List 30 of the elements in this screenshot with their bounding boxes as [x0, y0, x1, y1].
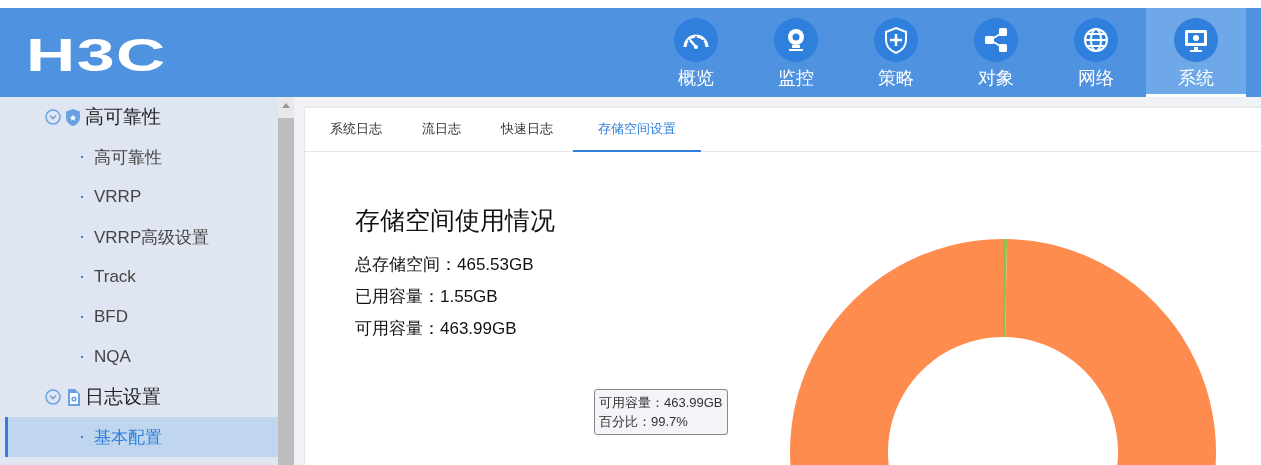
document-gear-icon	[65, 387, 81, 407]
tooltip-text: 百分比：99.7%	[599, 413, 689, 431]
sidebar-item[interactable]: BFD	[5, 297, 278, 337]
sidebar-item[interactable]: Track	[5, 257, 278, 297]
sidebar-item[interactable]: NQA	[5, 337, 278, 377]
section-title: 存储空间使用情况	[355, 205, 556, 236]
storage-info: 总存储空间：465.53GB	[355, 254, 535, 276]
nav-icon	[774, 18, 818, 62]
chevron-icon[interactable]	[45, 109, 61, 125]
nav-icon	[974, 18, 1018, 62]
nav-icon	[874, 18, 918, 62]
storage-info: 已用容量：1.55GB	[355, 286, 499, 308]
sidebar-group[interactable]: 日志设置	[85, 384, 161, 410]
sidebar-item[interactable]: 高可靠性	[5, 137, 278, 177]
tab[interactable]: 快速日志	[481, 108, 573, 152]
storage-info: 可用容量：463.99GB	[355, 318, 518, 340]
tooltip-text: 可用容量：463.99GB	[599, 394, 723, 412]
chevron-icon[interactable]	[45, 389, 61, 405]
tab[interactable]: 存储空间设置	[573, 108, 701, 152]
sidebar-item[interactable]: VRRP	[5, 177, 278, 217]
scrollbar-thumb[interactable]	[278, 118, 294, 465]
sidebar-item[interactable]: VRRP高级设置	[5, 217, 278, 257]
shield-icon	[65, 107, 81, 127]
nav-icon	[1074, 18, 1118, 62]
tab[interactable]: 流日志	[402, 108, 481, 152]
tab[interactable]: 系统日志	[310, 108, 402, 152]
logo: H3C	[26, 30, 167, 80]
sidebar-group[interactable]: 高可靠性	[85, 104, 161, 130]
nav-icon	[674, 18, 718, 62]
nav-icon	[1174, 18, 1218, 62]
